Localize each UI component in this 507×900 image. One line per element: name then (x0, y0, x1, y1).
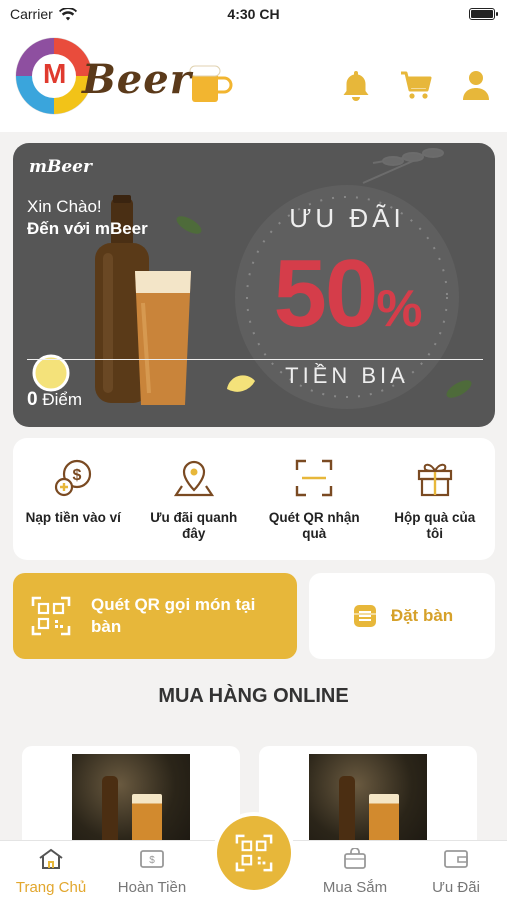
header-actions (339, 68, 493, 102)
action-top-up-wallet[interactable]: $ Nạp tiền vào ví (13, 438, 134, 560)
banner-greeting: Xin Chào! (27, 197, 102, 216)
section-title: MUA HÀNG ONLINE (158, 685, 349, 707)
qr-scan-icon (292, 456, 336, 500)
action-label: Nạp tiền vào ví (25, 510, 121, 525)
scan-qr-fab[interactable] (217, 816, 291, 890)
qr-order-label: Quét QR gọi món tại bàn (91, 594, 256, 636)
promo-top-text: ƯU ĐÃI (289, 203, 405, 233)
tab-cashback[interactable]: $ Hoàn Tiền (102, 847, 202, 896)
promo-bottom-text: TIỀN BIA (285, 363, 409, 388)
tab-label: Ưu Đãi (432, 879, 480, 896)
points-display[interactable]: 0 Điểm (27, 389, 82, 411)
banner-divider (27, 359, 483, 360)
action-my-gifts[interactable]: Hộp quà của tôi (375, 438, 496, 560)
logo-text: Beer (82, 56, 192, 103)
qr-order-button[interactable]: Quét QR gọi món tại bàn (13, 573, 297, 659)
cart-icon[interactable] (399, 68, 433, 102)
action-label: Quét QR nhận quà (268, 510, 360, 542)
qr-code-icon (235, 834, 273, 872)
points-label: Điểm (42, 390, 82, 409)
action-label: Ưu đãi quanh đây (150, 510, 238, 542)
qr-code-icon (31, 596, 71, 636)
cashback-icon: $ (138, 847, 166, 871)
svg-text:$: $ (73, 467, 82, 484)
promo-banner[interactable]: mBeer Xin Chào! Đến với mBeer ƯU ĐÃI 50%… (13, 143, 495, 427)
promo-percent: 50% (273, 240, 422, 347)
discount-badge: ƯU ĐÃI 50% TIỀN BIA (231, 181, 463, 413)
book-table-label: Đặt bàn (390, 606, 454, 625)
clock: 4:30 CH (227, 6, 280, 22)
wallet-topup-icon: $ (51, 456, 95, 500)
mbeer-logo[interactable]: M Beer (14, 32, 234, 124)
quick-actions: $ Nạp tiền vào ví Ưu đãi quanh đây Quét … (13, 438, 495, 560)
home-icon (37, 847, 65, 871)
action-scan-qr-gift[interactable]: Quét QR nhận quà (254, 438, 375, 560)
banner-welcome: Đến với mBeer (27, 219, 148, 238)
banner-mini-logo: mBeer (29, 157, 92, 177)
action-label: Hộp quà của tôi (394, 510, 476, 542)
bell-icon[interactable] (339, 68, 373, 102)
points-value: 0 (27, 389, 38, 410)
book-table-button[interactable]: Đặt bàn (309, 573, 495, 659)
app-header: M Beer (0, 28, 507, 132)
tab-label: Trang Chủ (15, 879, 87, 896)
tab-home[interactable]: Trang Chủ (1, 847, 101, 896)
tab-shopping[interactable]: Mua Sắm (305, 847, 405, 896)
wallet-icon (442, 847, 470, 871)
map-pin-icon (172, 456, 216, 500)
svg-text:$: $ (149, 855, 155, 866)
battery-icon (469, 8, 498, 20)
status-bar: Carrier 4:30 CH (0, 0, 507, 28)
table-booking-icon (353, 605, 376, 627)
logo-letter: M (43, 58, 67, 89)
action-nearby-offers[interactable]: Ưu đãi quanh đây (134, 438, 255, 560)
tab-label: Hoàn Tiền (117, 879, 187, 896)
user-icon[interactable] (459, 68, 493, 102)
tab-offers[interactable]: Ưu Đãi (406, 847, 506, 896)
gift-icon (413, 456, 457, 500)
tab-label: Mua Sắm (322, 879, 388, 896)
shopping-bag-icon (341, 847, 369, 871)
